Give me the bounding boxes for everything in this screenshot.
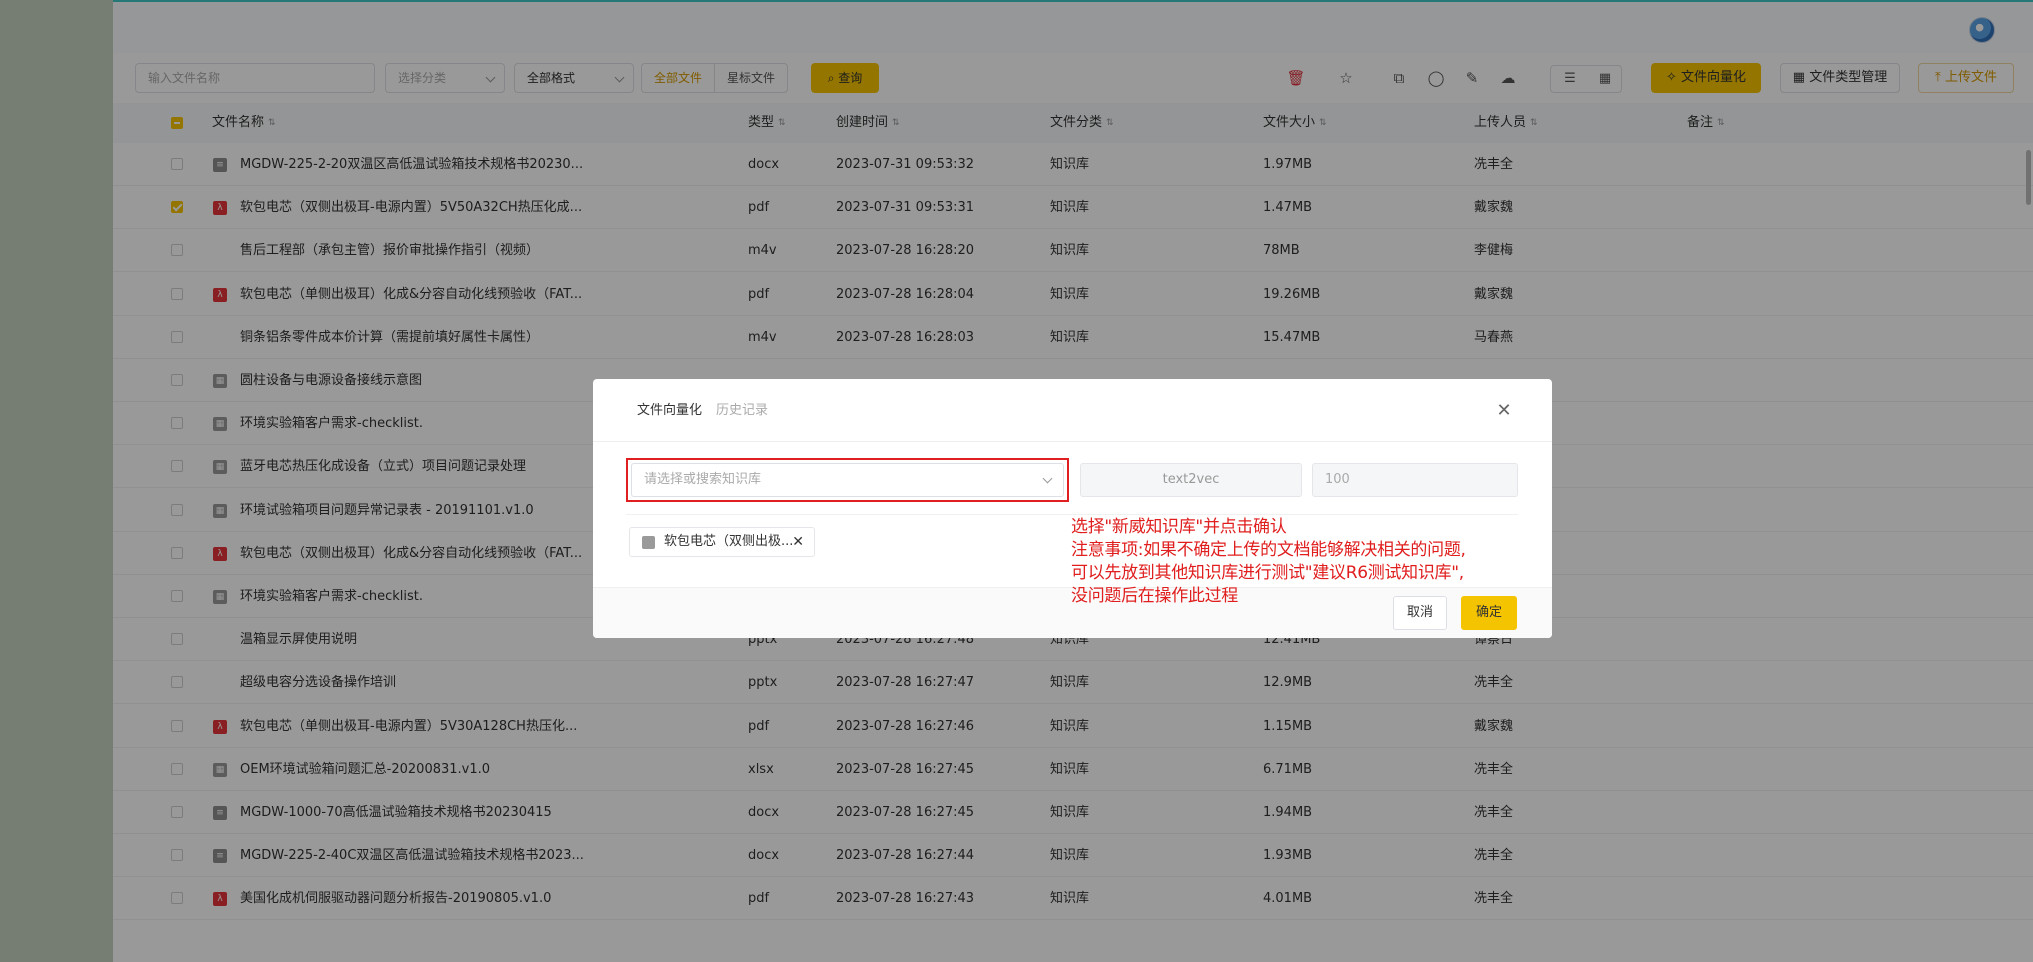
annotation-line: 没问题后在操作此过程 bbox=[1071, 586, 1238, 606]
tab-history[interactable]: 历史记录 bbox=[716, 403, 768, 418]
selected-file-name: 软包电芯（双侧出极... bbox=[664, 534, 794, 549]
tab-file-vectorize[interactable]: 文件向量化 bbox=[637, 403, 702, 418]
annotation-line: 可以先放到其他知识库进行测试"建议R6测试知识库", bbox=[1071, 563, 1464, 583]
document-icon bbox=[642, 536, 655, 549]
dialog-tabs: 文件向量化 历史记录 bbox=[637, 399, 782, 418]
knowledge-base-select[interactable]: 请选择或搜索知识库 bbox=[631, 463, 1064, 497]
close-icon[interactable]: ✕ bbox=[1496, 402, 1512, 420]
dialog-divider-2 bbox=[626, 514, 1518, 515]
annotation-note: 选择"新威知识库"并点击确认 注意事项:如果不确定上传的文档能够解决相关的问题,… bbox=[1071, 516, 1531, 608]
remove-tag-icon[interactable]: ✕ bbox=[792, 528, 804, 556]
embedding-model-field: text2vec bbox=[1080, 463, 1302, 497]
annotation-line: 注意事项:如果不确定上传的文档能够解决相关的问题, bbox=[1071, 540, 1466, 560]
dialog-divider bbox=[593, 441, 1552, 442]
selected-file-tag: 软包电芯（双侧出极... ✕ bbox=[629, 527, 815, 557]
annotation-line: 选择"新威知识库"并点击确认 bbox=[1071, 517, 1287, 537]
chunk-number-field: 100 bbox=[1312, 463, 1518, 497]
